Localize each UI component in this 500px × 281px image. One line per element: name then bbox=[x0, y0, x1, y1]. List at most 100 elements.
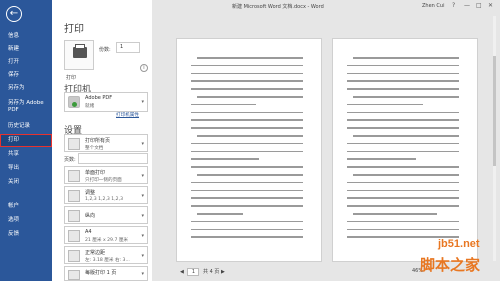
copies-stepper[interactable]: 1 bbox=[116, 42, 140, 53]
sidebar-item-open[interactable]: 打开 bbox=[0, 56, 52, 69]
printer-properties-link[interactable]: 打印机属性 bbox=[116, 112, 139, 118]
prev-page-icon[interactable]: ◀ bbox=[180, 269, 184, 275]
backstage-sidebar: ← 信息 新建 打开 保存 另存为 另存为 Adobe PDF 历史记录 打印 … bbox=[0, 0, 52, 281]
preview-text-line bbox=[191, 205, 303, 207]
preview-text-line bbox=[347, 64, 459, 67]
dropdown-primary: A4 bbox=[85, 229, 92, 235]
preview-text-line bbox=[347, 205, 459, 207]
dropdown-primary: 打印所有页 bbox=[85, 138, 111, 144]
preview-page bbox=[176, 38, 322, 262]
print-button[interactable] bbox=[64, 40, 94, 70]
dropdown-secondary: 左: 3.18 厘米 右: 3... bbox=[85, 258, 130, 263]
preview-text-line bbox=[347, 158, 416, 160]
watermark-logo: jb51.net 脚本之家 bbox=[416, 236, 500, 281]
margins-icon bbox=[68, 250, 80, 262]
preview-text-line bbox=[191, 119, 303, 121]
sidebar-item-info[interactable]: 信息 bbox=[0, 30, 52, 43]
preview-text-line bbox=[191, 166, 303, 168]
margins-select[interactable]: 正常边距 左: 3.18 厘米 右: 3... ▾ bbox=[64, 246, 148, 264]
close-icon[interactable]: ✕ bbox=[488, 2, 493, 9]
window-title: 新建 Microsoft Word 文档.docx - Word bbox=[232, 4, 324, 10]
preview-text-line bbox=[347, 103, 424, 106]
dropdown-primary: 每版打印 1 页 bbox=[85, 270, 117, 276]
portrait-icon bbox=[68, 210, 80, 222]
preview-text-line bbox=[353, 57, 459, 59]
preview-text-line bbox=[191, 103, 256, 106]
collate-select[interactable]: 调整 1,2,3 1,2,3 1,2,3 ▾ bbox=[64, 186, 148, 204]
preview-text-line bbox=[197, 174, 303, 176]
sidebar-item-history[interactable]: 历史记录 bbox=[0, 120, 52, 133]
preview-text-line bbox=[347, 142, 459, 145]
watermark-line-1: jb51.net bbox=[438, 238, 480, 250]
paper-icon bbox=[75, 44, 85, 49]
sidebar-item-saveas-pdf[interactable]: 另存为 Adobe PDF bbox=[0, 100, 48, 116]
preview-text-line bbox=[347, 80, 459, 82]
preview-text-line bbox=[347, 166, 459, 168]
preview-text-line bbox=[347, 72, 459, 75]
preview-text-line bbox=[353, 135, 459, 137]
info-icon[interactable]: i bbox=[140, 64, 148, 72]
printer-name: Adobe PDF bbox=[85, 95, 113, 101]
sidebar-item-export[interactable]: 导出 bbox=[0, 162, 52, 175]
sides-select[interactable]: 单面打印 只打印一侧的页面 ▾ bbox=[64, 166, 148, 184]
page-title: 打印 bbox=[64, 24, 84, 35]
preview-text-line bbox=[347, 220, 459, 223]
preview-text-line bbox=[197, 213, 243, 215]
maximize-icon[interactable]: □ bbox=[476, 2, 482, 9]
sidebar-item-save[interactable]: 保存 bbox=[0, 69, 52, 82]
sidebar-item-feedback[interactable]: 反馈 bbox=[0, 228, 52, 241]
preview-text-line bbox=[191, 236, 303, 238]
sidebar-item-new[interactable]: 新建 bbox=[0, 43, 52, 56]
preview-text-line bbox=[353, 96, 459, 98]
preview-text-line bbox=[191, 228, 303, 231]
chevron-down-icon: ▾ bbox=[141, 233, 144, 239]
page-total: 共 4 页 bbox=[203, 269, 220, 275]
current-page-input[interactable]: 1 bbox=[187, 268, 200, 276]
sidebar-item-close[interactable]: 关闭 bbox=[0, 176, 52, 189]
print-button-label: 打印 bbox=[66, 75, 77, 81]
single-side-icon bbox=[68, 170, 80, 182]
orientation-select[interactable]: 纵向 ▾ bbox=[64, 206, 148, 224]
collate-icon bbox=[68, 190, 80, 202]
dropdown-secondary: 只打印一侧的页面 bbox=[85, 178, 122, 183]
preview-text-line bbox=[191, 88, 303, 90]
next-page-icon[interactable]: ▶ bbox=[221, 269, 225, 275]
back-arrow-icon[interactable]: ← bbox=[6, 6, 22, 22]
preview-scrollbar[interactable] bbox=[493, 16, 496, 261]
print-range-select[interactable]: 打印所有页 整个文档 ▾ bbox=[64, 134, 148, 152]
minimize-icon[interactable]: — bbox=[464, 2, 470, 9]
user-name[interactable]: Zhen Cui bbox=[422, 3, 444, 9]
preview-text-line bbox=[197, 57, 303, 59]
sidebar-item-account[interactable]: 帐户 bbox=[0, 200, 52, 213]
preview-page bbox=[332, 38, 478, 262]
pages-icon bbox=[68, 138, 80, 150]
dropdown-secondary: 21 厘米 x 29.7 厘米 bbox=[85, 238, 129, 243]
preview-text-line bbox=[191, 64, 303, 67]
help-icon[interactable]: ? bbox=[452, 2, 455, 9]
preview-text-line bbox=[347, 88, 459, 90]
chevron-down-icon: ▾ bbox=[141, 193, 144, 199]
preview-text-line bbox=[191, 197, 303, 199]
printer-select[interactable]: Adobe PDF 就绪 ▾ bbox=[64, 92, 148, 112]
paper-size-select[interactable]: A4 21 厘米 x 29.7 厘米 ▾ bbox=[64, 226, 148, 244]
preview-text-line bbox=[191, 220, 303, 223]
watermark-line-2: 脚本之家 bbox=[420, 257, 481, 274]
preview-text-line bbox=[191, 150, 303, 153]
printer-status: 就绪 bbox=[85, 104, 95, 109]
preview-text-line bbox=[347, 181, 459, 184]
pages-per-sheet-select[interactable]: 每版打印 1 页 ▾ bbox=[64, 266, 148, 281]
chevron-down-icon: ▾ bbox=[141, 253, 144, 259]
sidebar-item-print[interactable]: 打印 bbox=[0, 134, 52, 147]
title-bar: 新建 Microsoft Word 文档.docx - Word Zhen Cu… bbox=[152, 0, 500, 12]
sidebar-item-share[interactable]: 共享 bbox=[0, 148, 52, 161]
preview-text-line bbox=[347, 150, 459, 153]
preview-text-line bbox=[347, 228, 459, 231]
scrollbar-thumb[interactable] bbox=[493, 56, 496, 166]
sidebar-item-saveas[interactable]: 另存为 bbox=[0, 82, 52, 95]
pages-input[interactable] bbox=[78, 153, 148, 164]
sidebar-item-options[interactable]: 选项 bbox=[0, 214, 52, 227]
preview-text-line bbox=[347, 111, 459, 114]
preview-text-line bbox=[191, 158, 260, 160]
dropdown-secondary: 1,2,3 1,2,3 1,2,3 bbox=[85, 197, 123, 202]
pages-label: 页数: bbox=[64, 157, 76, 163]
